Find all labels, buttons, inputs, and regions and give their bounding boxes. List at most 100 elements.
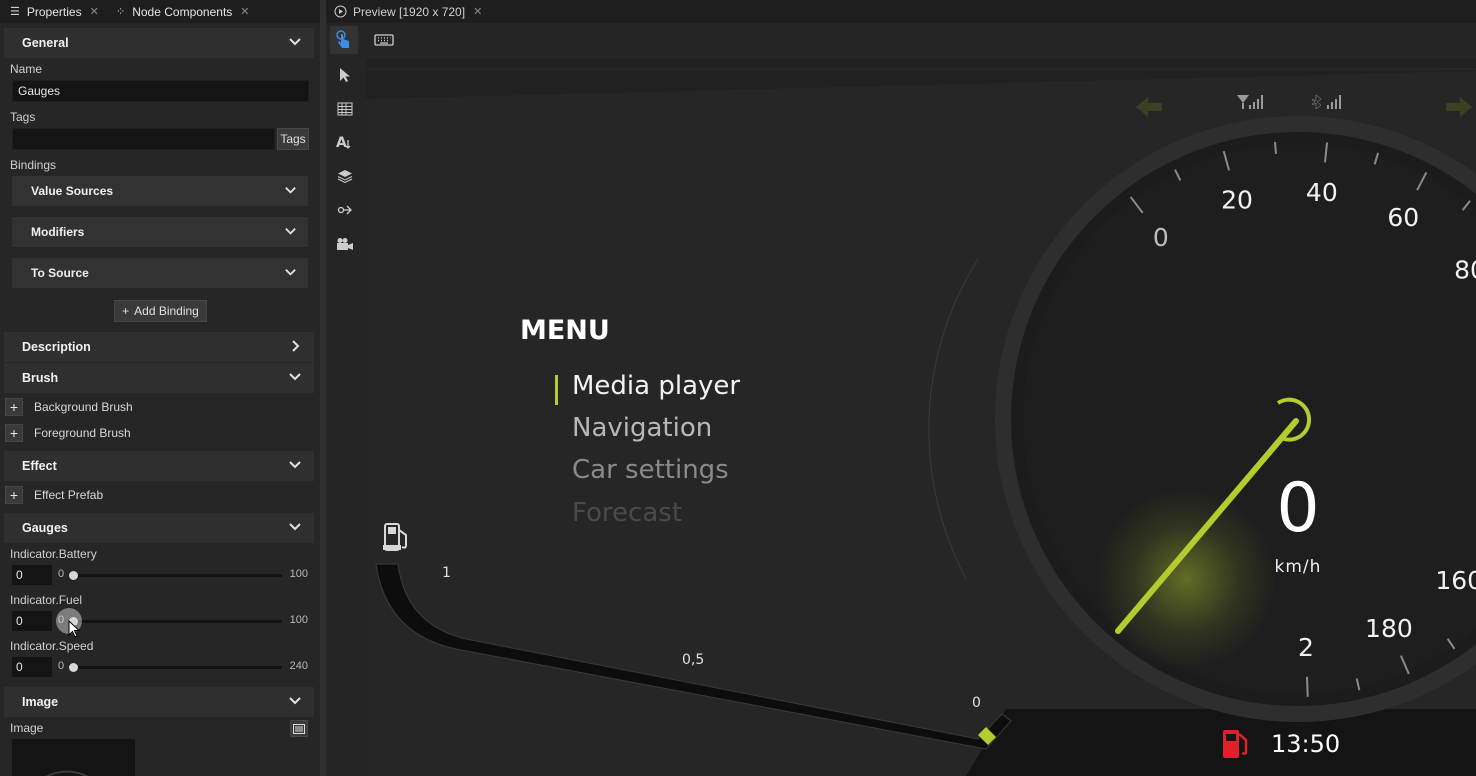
section-gauges-title: Gauges [22, 521, 68, 535]
close-icon[interactable]: ✕ [90, 5, 99, 18]
tags-field[interactable] [12, 128, 275, 150]
close-icon[interactable]: ✕ [240, 5, 249, 18]
section-brush[interactable]: Brush [4, 363, 314, 393]
foreground-brush-label: Foreground Brush [34, 426, 131, 440]
menu-item-navigation[interactable]: Navigation [572, 413, 712, 443]
value-sources-title: Value Sources [31, 184, 114, 198]
text-style-icon: A [336, 135, 351, 150]
browse-image-button[interactable] [290, 720, 308, 737]
battery-slider-handle[interactable] [69, 571, 78, 580]
section-gauges[interactable]: Gauges [4, 513, 314, 543]
section-effect[interactable]: Effect [4, 451, 314, 481]
tags-button[interactable]: Tags [277, 128, 309, 150]
dashboard-render: 0204060801001201401601802 [366, 68, 1476, 776]
foreground-brush-row[interactable]: + Foreground Brush [5, 423, 131, 443]
speed-tick-label: 60 [1387, 203, 1419, 232]
speed-min: 0 [58, 660, 65, 672]
speed-slider-handle[interactable] [69, 663, 78, 672]
speed-tick-label: 180 [1365, 614, 1413, 643]
layers-tool-button[interactable] [331, 162, 359, 190]
value-sources-section[interactable]: Value Sources [12, 176, 308, 206]
background-brush-row[interactable]: + Background Brush [5, 397, 133, 417]
close-icon[interactable]: ✕ [473, 5, 482, 18]
speed-tick-label: 80 [1454, 255, 1476, 284]
preview-side-toolbar: A [326, 59, 366, 776]
keyboard-icon [374, 34, 394, 46]
chevron-right-icon [292, 340, 300, 352]
tab-node-components[interactable]: ⁘ Node Components ✕ [116, 0, 250, 23]
effect-prefab-row[interactable]: + Effect Prefab [5, 485, 103, 505]
section-effect-title: Effect [22, 459, 57, 473]
speed-label: Indicator.Speed [10, 639, 94, 653]
menu-item-car-settings[interactable]: Car settings [572, 455, 729, 485]
bindings-tool-button[interactable] [331, 196, 359, 224]
plus-icon[interactable]: + [5, 398, 23, 416]
name-field[interactable]: Gauges [12, 80, 309, 102]
battery-input[interactable]: 0 [12, 565, 52, 585]
plus-icon[interactable]: + [5, 424, 23, 442]
menu-item-media-player[interactable]: Media player [572, 371, 740, 401]
tab-preview[interactable]: Preview [1920 x 720] ✕ [334, 0, 482, 23]
speed-tick [1273, 141, 1277, 154]
battery-slider-track[interactable] [70, 574, 282, 577]
speed-slider-track[interactable] [70, 666, 282, 669]
select-tool-button[interactable] [331, 61, 359, 89]
speed-tick-label: 2 [1298, 633, 1314, 662]
speed-tick-label: 160 [1435, 566, 1476, 595]
speed-tick-label: 20 [1221, 185, 1253, 214]
interact-tool-button[interactable] [330, 26, 358, 54]
grid-tool-button[interactable] [331, 95, 359, 123]
battery-label: Indicator.Battery [10, 547, 97, 561]
modifiers-section[interactable]: Modifiers [12, 217, 308, 247]
image-browse-icon [293, 723, 305, 734]
gauge-thumbnail-icon [45, 770, 89, 776]
list-icon: ☰ [10, 6, 20, 18]
dashboard-lower-band [966, 709, 1476, 776]
connect-icon [337, 205, 352, 215]
section-general[interactable]: General [4, 28, 314, 58]
camera-icon [337, 238, 353, 250]
chevron-down-icon [289, 373, 301, 381]
svg-text:A: A [336, 135, 347, 150]
modifiers-title: Modifiers [31, 225, 85, 239]
preview-tab-bar: Preview [1920 x 720] ✕ [326, 0, 1476, 23]
tags-label: Tags [10, 110, 36, 124]
keyboard-button[interactable] [370, 26, 398, 54]
image-label: Image [10, 721, 44, 735]
fuel-input[interactable]: 0 [12, 611, 52, 631]
speed-max: 240 [289, 660, 308, 672]
tab-properties-label: Properties [26, 4, 82, 19]
background-brush-label: Background Brush [34, 400, 133, 414]
section-general-title: General [22, 36, 69, 50]
components-icon: ⁘ [116, 6, 126, 18]
needle-glow [1096, 489, 1276, 669]
to-source-title: To Source [31, 266, 89, 280]
play-icon [334, 5, 347, 18]
name-label: Name [10, 62, 43, 76]
camera-tool-button[interactable] [331, 230, 359, 258]
text-tool-button[interactable]: A [331, 128, 359, 156]
section-description[interactable]: Description [4, 332, 314, 362]
tab-properties[interactable]: ☰ Properties ✕ [10, 0, 99, 23]
chevron-down-icon [285, 187, 296, 194]
clock: 13:50 [1271, 730, 1341, 758]
add-binding-button[interactable]: + Add Binding [114, 300, 207, 322]
bindings-label: Bindings [10, 158, 57, 172]
preview-canvas[interactable]: 0204060801001201401601802 [366, 59, 1476, 776]
section-brush-title: Brush [22, 371, 59, 385]
speed-input[interactable]: 0 [12, 657, 52, 677]
chevron-down-icon [289, 38, 301, 46]
menu-item-forecast[interactable]: Forecast [572, 498, 682, 525]
plus-icon[interactable]: + [5, 486, 23, 504]
section-image[interactable]: Image [4, 687, 314, 717]
fuel-slider-track[interactable] [70, 620, 282, 623]
speed-tick-label: 40 [1306, 178, 1338, 207]
speed-tick [1306, 676, 1309, 697]
layers-icon [337, 170, 353, 183]
touch-pointer-icon [336, 30, 349, 48]
to-source-section[interactable]: To Source [12, 258, 308, 288]
image-thumbnail[interactable] [12, 739, 135, 776]
preview-toolbar [326, 23, 1476, 59]
chevron-down-icon [285, 228, 296, 235]
fuel-label-empty: 0 [972, 695, 981, 711]
